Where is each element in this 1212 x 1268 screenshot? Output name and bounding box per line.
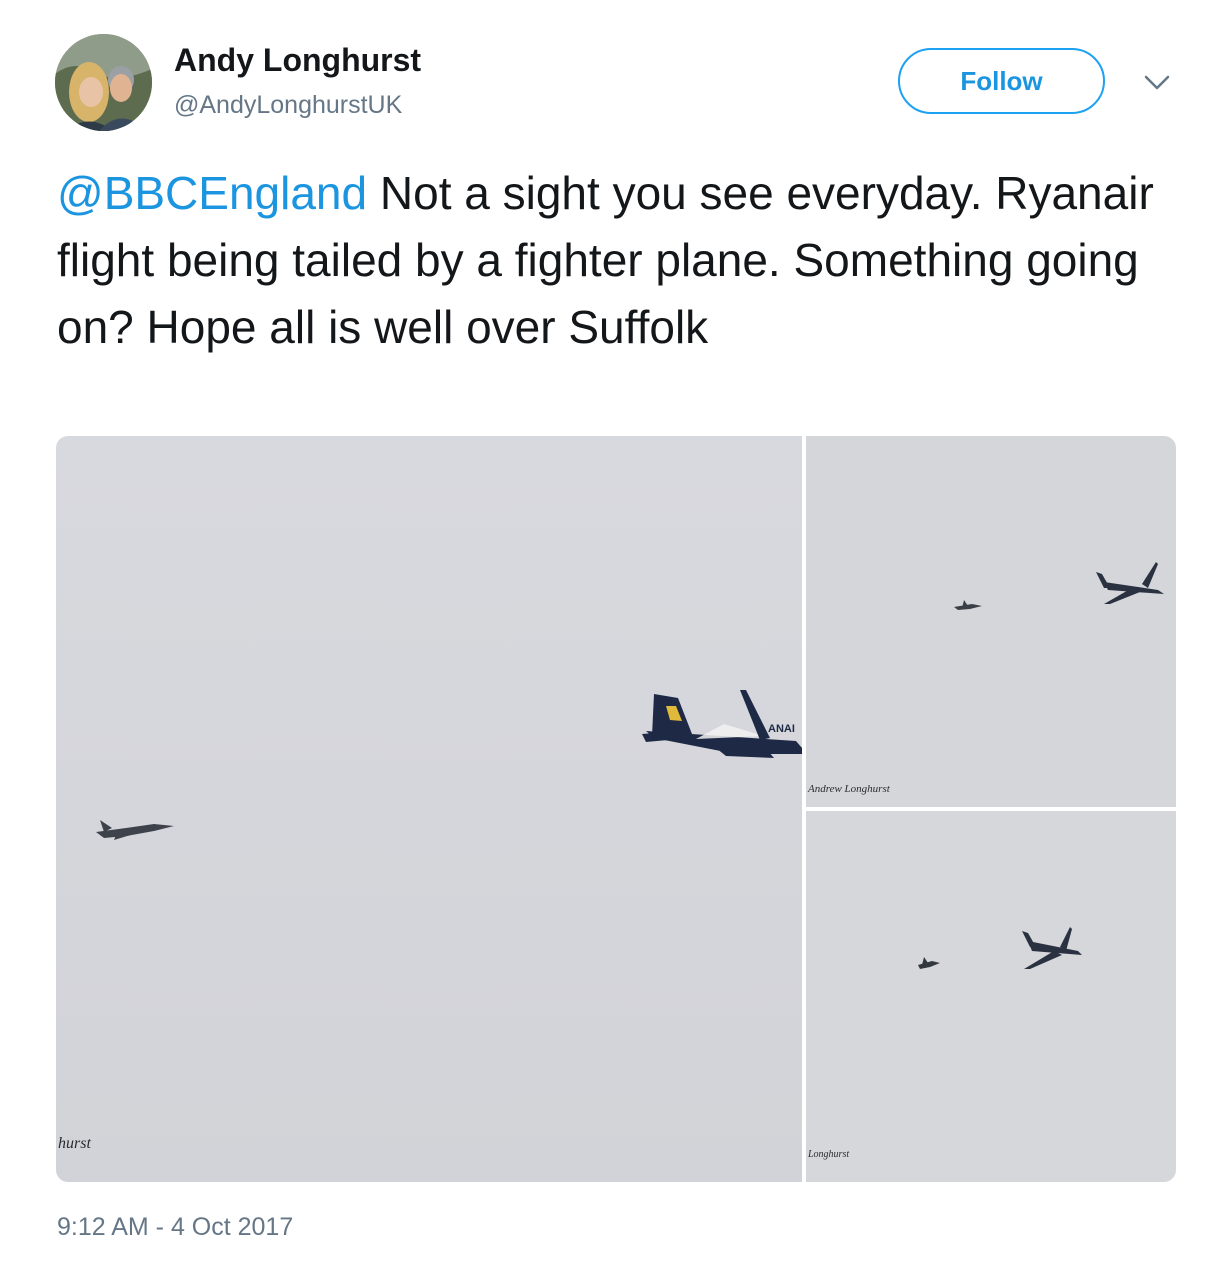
mention-link[interactable]: @BBCEngland xyxy=(57,167,367,219)
photo-signature-top: Andrew Longhurst xyxy=(807,783,891,795)
avatar[interactable] xyxy=(55,34,152,131)
avatar-photo xyxy=(55,34,152,131)
photo-signature-main: hurst xyxy=(58,1135,91,1152)
follow-button[interactable]: Follow xyxy=(898,48,1105,114)
photo-main[interactable]: ANAI hurst xyxy=(56,436,802,1182)
photo-signature-bottom: Longhurst xyxy=(807,1149,849,1160)
author-name[interactable]: Andy Longhurst xyxy=(174,40,421,80)
photo-top-right[interactable]: Andrew Longhurst xyxy=(806,436,1176,807)
photo-bottom-right[interactable]: Longhurst xyxy=(806,811,1176,1182)
airliner-livery: ANAI xyxy=(768,723,795,735)
media-grid: ANAI hurst Andrew Longhurst Longhurst xyxy=(56,436,1176,1182)
tweet-text: @BBCEngland Not a sight you see everyday… xyxy=(57,160,1167,361)
author-handle[interactable]: @AndyLonghurstUK xyxy=(174,88,402,122)
chevron-down-icon[interactable] xyxy=(1141,71,1173,95)
timestamp[interactable]: 9:12 AM - 4 Oct 2017 xyxy=(57,1210,293,1244)
